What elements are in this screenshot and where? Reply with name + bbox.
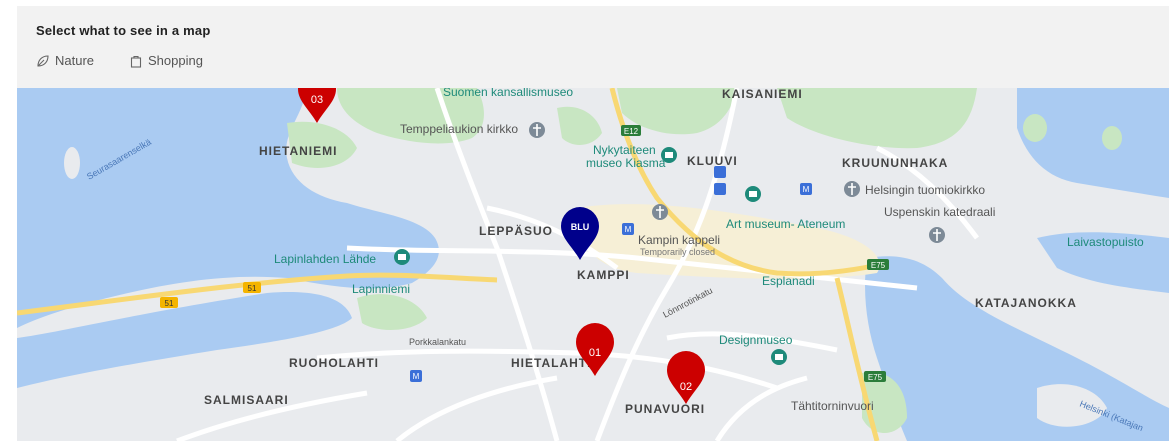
district-label: RUOHOLAHTI <box>289 356 379 370</box>
leaf-icon <box>36 54 50 68</box>
district-label: HIETALAHTI <box>511 356 591 370</box>
filter-shopping-label: Shopping <box>148 53 203 68</box>
metro-icon[interactable]: M <box>800 183 812 195</box>
district-label: KRUUNUNHAKA <box>842 156 948 170</box>
place-label: Kampin kappeli <box>638 233 720 247</box>
church-icon[interactable] <box>929 227 945 243</box>
svg-text:02: 02 <box>680 381 692 393</box>
svg-text:E75: E75 <box>871 261 886 270</box>
museum-icon[interactable] <box>745 186 761 202</box>
road-shield-e75: E75 <box>867 259 889 270</box>
island <box>64 147 80 179</box>
filter-nature[interactable]: Nature <box>36 53 94 68</box>
svg-text:E75: E75 <box>868 373 883 382</box>
road-shield-51: 51 <box>243 282 261 293</box>
street-label: Porkkalankatu <box>409 337 466 347</box>
svg-text:51: 51 <box>248 284 257 293</box>
svg-text:03: 03 <box>311 94 323 106</box>
svg-text:51: 51 <box>165 299 174 308</box>
district-label: PUNAVUORI <box>625 402 705 416</box>
map-canvas[interactable]: E12 E75 E75 51 51 KAISANIEMI HIETANIEMI … <box>17 88 1169 441</box>
place-label: Suomen kansallismuseo <box>443 88 573 99</box>
place-label: Esplanadi <box>762 274 815 288</box>
filter-nature-label: Nature <box>55 53 95 68</box>
place-label: Uspenskin katedraali <box>884 205 995 219</box>
svg-text:M: M <box>803 185 810 194</box>
place-label: Lapinlahden Lähde <box>274 252 376 266</box>
metro-icon[interactable]: M <box>622 223 634 235</box>
road-shield-e75: E75 <box>864 371 886 382</box>
road-shield-e12: E12 <box>621 125 641 136</box>
panel-title: Select what to see in a map <box>36 23 211 38</box>
place-label: Tähtitorninvuori <box>791 399 874 413</box>
place-label: Nykytaiteen <box>593 143 656 157</box>
svg-text:M: M <box>413 372 420 381</box>
svg-text:01: 01 <box>589 347 601 359</box>
museum-icon[interactable] <box>771 349 787 365</box>
svg-text:M: M <box>625 225 632 234</box>
district-label: LEPPÄSUO <box>479 223 553 238</box>
place-label: museo Kiasma <box>586 156 666 170</box>
district-label: SALMISAARI <box>204 393 289 407</box>
place-label: Temporarily closed <box>640 247 715 257</box>
island-park <box>1023 114 1047 142</box>
place-label: Art museum- Ateneum <box>726 217 845 231</box>
place-label: Designmuseo <box>719 333 793 347</box>
place-label: Temppeliaukion kirkko <box>400 122 518 136</box>
place-label: Laivastopuisto <box>1067 235 1144 249</box>
district-label: KLUUVI <box>687 154 738 168</box>
museum-icon[interactable] <box>394 249 410 265</box>
church-icon[interactable] <box>652 204 668 220</box>
road-shield-51: 51 <box>160 297 178 308</box>
district-label: KAISANIEMI <box>722 88 803 101</box>
church-icon[interactable] <box>529 122 545 138</box>
district-label: HIETANIEMI <box>259 144 337 158</box>
svg-text:E12: E12 <box>624 127 639 136</box>
map-filter-panel: Select what to see in a map Nature Shopp… <box>17 6 1169 88</box>
metro-icon[interactable]: M <box>410 370 422 382</box>
church-icon[interactable] <box>844 181 860 197</box>
district-label: KAMPPI <box>577 268 630 282</box>
island-park <box>1102 126 1122 150</box>
svg-text:BLU: BLU <box>571 222 590 232</box>
place-label: Helsingin tuomiokirkko <box>865 183 985 197</box>
map-view[interactable]: E12 E75 E75 51 51 KAISANIEMI HIETANIEMI … <box>17 88 1169 441</box>
shopping-bag-icon <box>129 54 143 68</box>
place-label: Lapinniemi <box>352 282 410 296</box>
filter-shopping[interactable]: Shopping <box>129 53 203 68</box>
district-label: KATAJANOKKA <box>975 296 1077 310</box>
